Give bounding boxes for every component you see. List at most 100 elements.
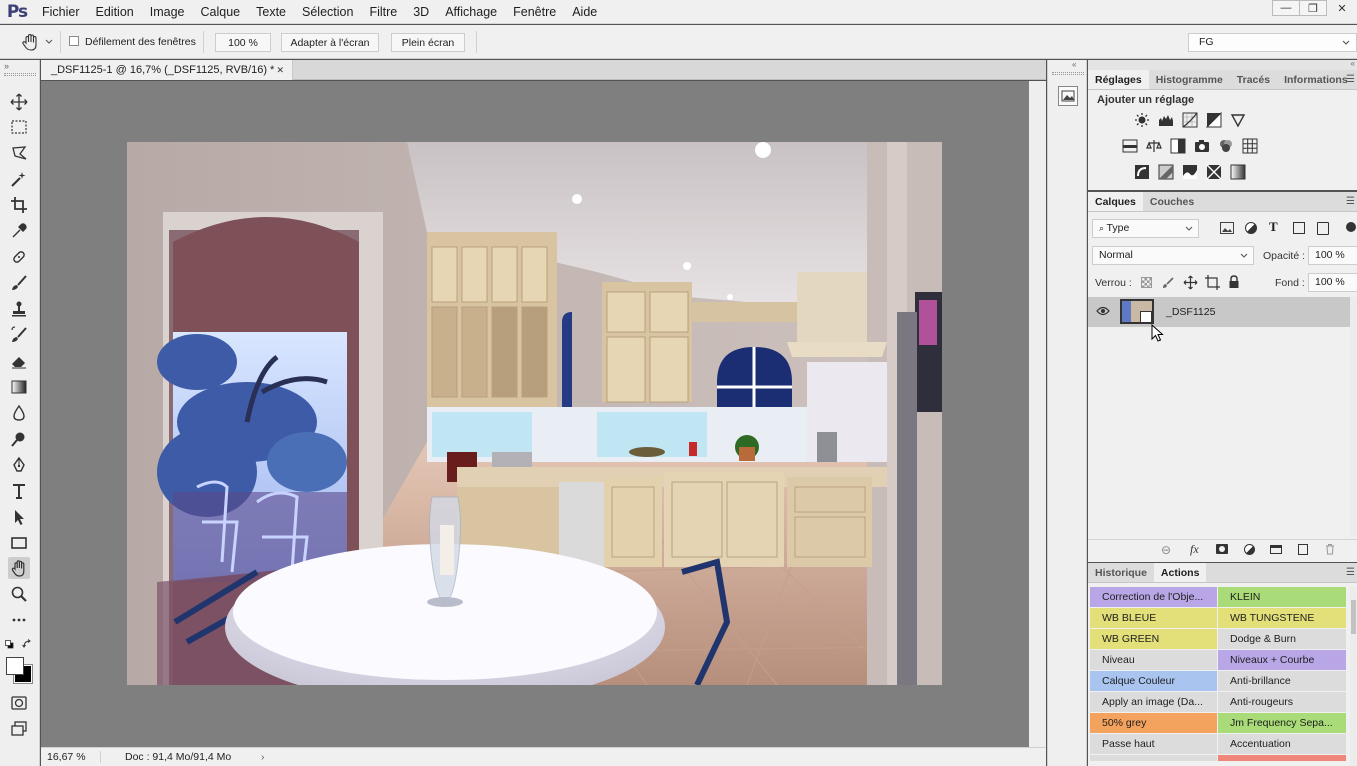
- action-button[interactable]: Calque Couleur: [1090, 671, 1217, 691]
- type-tool-icon[interactable]: [8, 480, 30, 502]
- add-mask-icon[interactable]: [1216, 544, 1228, 554]
- fill-input[interactable]: 100 %: [1308, 273, 1357, 292]
- action-button[interactable]: Passe haut: [1090, 734, 1217, 754]
- pen-tool-icon[interactable]: [8, 454, 30, 476]
- opacity-input[interactable]: 100 %: [1308, 246, 1357, 265]
- levels-icon[interactable]: [1154, 108, 1178, 132]
- action-button[interactable]: WB GREEN: [1090, 629, 1217, 649]
- new-group-icon[interactable]: [1270, 545, 1282, 554]
- menu-selection[interactable]: Sélection: [294, 0, 361, 24]
- menu-image[interactable]: Image: [142, 0, 193, 24]
- eyedropper-tool-icon[interactable]: [8, 220, 30, 242]
- gradient-tool-icon[interactable]: [8, 376, 30, 398]
- action-button[interactable]: Correction de l'Obje...: [1090, 587, 1217, 607]
- blur-tool-icon[interactable]: [8, 402, 30, 424]
- action-button[interactable]: Jm Frequency Sepa...: [1218, 713, 1346, 733]
- tab-calques[interactable]: Calques: [1088, 192, 1143, 211]
- path-selection-tool-icon[interactable]: [8, 506, 30, 528]
- lasso-tool-icon[interactable]: [8, 142, 30, 164]
- filter-smart-object-icon[interactable]: [1317, 222, 1329, 235]
- filter-toggle-icon[interactable]: [1346, 222, 1356, 232]
- fit-screen-button[interactable]: Adapter à l'écran: [281, 33, 379, 52]
- menu-aide[interactable]: Aide: [564, 0, 605, 24]
- photo-filter-icon[interactable]: [1190, 134, 1214, 158]
- curves-icon[interactable]: [1178, 108, 1202, 132]
- zoom-tool-icon[interactable]: [8, 583, 30, 605]
- panel-menu-icon[interactable]: ☰: [1346, 74, 1355, 85]
- close-tab-icon[interactable]: ✕: [276, 65, 284, 76]
- history-brush-tool-icon[interactable]: [8, 324, 30, 346]
- collapse-arrows-icon[interactable]: »: [4, 61, 18, 71]
- action-button[interactable]: Accentuation: [1218, 734, 1346, 754]
- threshold-icon[interactable]: [1178, 160, 1202, 184]
- clone-stamp-tool-icon[interactable]: [8, 298, 30, 320]
- move-tool-icon[interactable]: [8, 91, 30, 113]
- posterize-icon[interactable]: [1154, 160, 1178, 184]
- swap-colors-icon[interactable]: [22, 639, 32, 649]
- tab-actions[interactable]: Actions: [1153, 563, 1207, 582]
- vibrance-icon[interactable]: [1226, 108, 1250, 132]
- tab-historique[interactable]: Historique: [1088, 563, 1154, 582]
- color-balance-icon[interactable]: [1142, 134, 1166, 158]
- vertical-scrollbar[interactable]: [1029, 81, 1046, 747]
- scroll-all-windows-checkbox[interactable]: [69, 36, 79, 46]
- menu-3d[interactable]: 3D: [405, 0, 437, 24]
- action-button[interactable]: WB BLEUE: [1090, 608, 1217, 628]
- actions-scrollbar[interactable]: [1350, 586, 1357, 766]
- workspace-select[interactable]: FG: [1188, 33, 1357, 52]
- brightness-icon[interactable]: [1130, 108, 1154, 132]
- color-lookup-icon[interactable]: [1238, 134, 1262, 158]
- restore-button[interactable]: ❐: [1299, 0, 1327, 16]
- fx-icon[interactable]: fx: [1190, 542, 1199, 557]
- full-screen-button[interactable]: Plein écran: [391, 33, 465, 52]
- hand-tool-icon[interactable]: [8, 557, 30, 579]
- new-layer-icon[interactable]: [1298, 544, 1308, 555]
- action-button[interactable]: Niveau: [1090, 650, 1217, 670]
- filter-adjustment-icon[interactable]: [1245, 222, 1257, 234]
- lock-pixels-icon[interactable]: [1161, 276, 1175, 290]
- close-button[interactable]: ✕: [1327, 0, 1357, 16]
- action-button[interactable]: Niveaux + Courbe: [1218, 650, 1346, 670]
- tab-reglages[interactable]: Réglages: [1088, 70, 1149, 89]
- action-button[interactable]: Anti-brillance: [1218, 671, 1346, 691]
- menu-edition[interactable]: Edition: [88, 0, 142, 24]
- layer-filter-select[interactable]: ⌕ Type: [1092, 219, 1199, 238]
- channel-mixer-icon[interactable]: [1214, 134, 1238, 158]
- zoom-level[interactable]: 16,67 %: [41, 751, 101, 763]
- link-layers-icon[interactable]: ⊖: [1161, 543, 1171, 557]
- action-button-partial[interactable]: [1090, 755, 1217, 761]
- action-button[interactable]: WB TUNGSTENE: [1218, 608, 1346, 628]
- document-tab[interactable]: _DSF1125-1 @ 16,7% (_DSF1125, RVB/16) * …: [41, 60, 293, 80]
- rectangle-tool-icon[interactable]: [8, 532, 30, 554]
- menu-filtre[interactable]: Filtre: [361, 0, 405, 24]
- quick-mask-icon[interactable]: [8, 692, 30, 714]
- dodge-tool-icon[interactable]: [8, 428, 30, 450]
- selective-color-icon[interactable]: [1202, 160, 1226, 184]
- visibility-eye-icon[interactable]: [1096, 306, 1110, 316]
- blend-mode-select[interactable]: Normal: [1092, 246, 1254, 265]
- menu-texte[interactable]: Texte: [248, 0, 294, 24]
- lock-all-icon[interactable]: [1228, 275, 1240, 289]
- marquee-tool-icon[interactable]: [8, 116, 30, 138]
- lock-transparency-icon[interactable]: [1141, 277, 1152, 288]
- hand-tool-preset-icon[interactable]: [20, 32, 56, 52]
- lock-artboard-icon[interactable]: [1205, 275, 1220, 290]
- layers-scroll-track[interactable]: [1350, 297, 1357, 537]
- menu-calque[interactable]: Calque: [193, 0, 249, 24]
- gradient-map-icon[interactable]: [1226, 160, 1250, 184]
- menu-affichage[interactable]: Affichage: [437, 0, 505, 24]
- canvas-area[interactable]: [41, 81, 1029, 747]
- brush-tool-icon[interactable]: [8, 272, 30, 294]
- more-tools-icon[interactable]: [8, 609, 30, 631]
- action-button[interactable]: 50% grey: [1090, 713, 1217, 733]
- delete-layer-icon[interactable]: [1325, 543, 1335, 555]
- action-button[interactable]: Apply an image (Da...: [1090, 692, 1217, 712]
- black-white-icon[interactable]: [1166, 134, 1190, 158]
- menu-fichier[interactable]: Fichier: [34, 0, 88, 24]
- healing-brush-tool-icon[interactable]: [8, 246, 30, 268]
- invert-icon[interactable]: [1130, 160, 1154, 184]
- filter-pixel-icon[interactable]: [1220, 222, 1234, 234]
- layer-row[interactable]: _DSF1125: [1088, 297, 1350, 327]
- action-button[interactable]: KLEIN: [1218, 587, 1346, 607]
- crop-tool-icon[interactable]: [8, 194, 30, 216]
